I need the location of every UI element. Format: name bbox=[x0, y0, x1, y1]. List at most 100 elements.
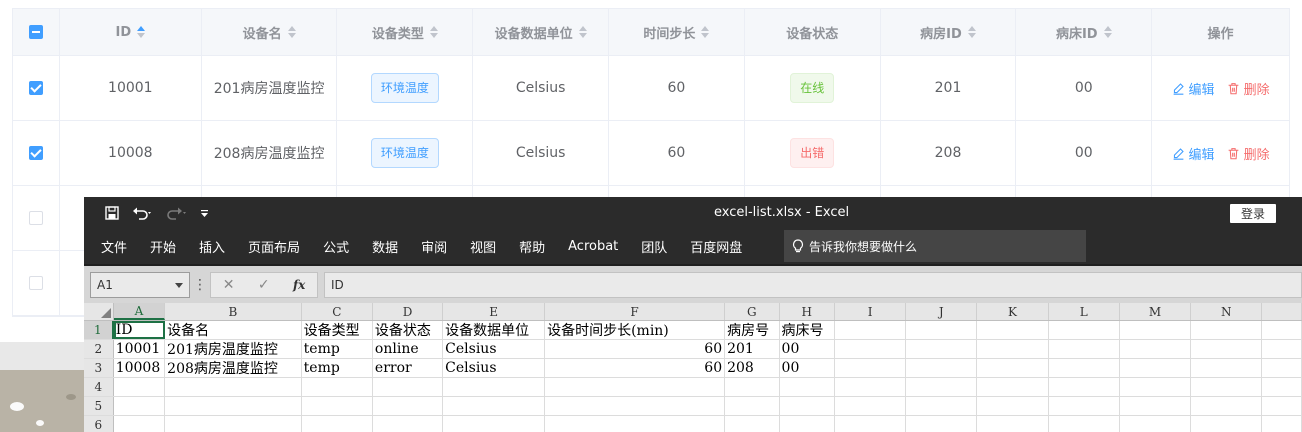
cell[interactable] bbox=[835, 321, 907, 339]
select-all-corner[interactable] bbox=[84, 303, 114, 320]
tab-review[interactable]: 审阅 bbox=[421, 237, 447, 256]
cell[interactable] bbox=[725, 397, 780, 415]
cell[interactable] bbox=[1262, 321, 1302, 339]
cell[interactable] bbox=[1049, 378, 1120, 396]
cell[interactable] bbox=[1191, 321, 1263, 339]
customize-toolbar-icon[interactable] bbox=[200, 205, 210, 221]
delete-button[interactable]: 删除 bbox=[1227, 144, 1270, 163]
cell[interactable] bbox=[977, 416, 1049, 432]
column-header-i[interactable]: I bbox=[835, 303, 907, 320]
row-checkbox[interactable] bbox=[28, 146, 43, 160]
cell[interactable] bbox=[835, 397, 907, 415]
sort-caret-icon[interactable] bbox=[287, 26, 296, 38]
cell-g2[interactable]: 201 bbox=[725, 340, 780, 358]
undo-icon[interactable] bbox=[132, 205, 154, 221]
cell[interactable] bbox=[780, 416, 835, 432]
cell[interactable] bbox=[1191, 397, 1263, 415]
column-header-f[interactable]: F bbox=[545, 303, 726, 320]
sort-caret-icon[interactable] bbox=[1103, 26, 1112, 38]
header-room[interactable]: 病房ID bbox=[881, 9, 1017, 55]
column-header-c[interactable]: C bbox=[302, 303, 373, 320]
cell[interactable] bbox=[1120, 321, 1192, 339]
tab-data[interactable]: 数据 bbox=[372, 237, 398, 256]
sort-caret-icon[interactable] bbox=[967, 26, 976, 38]
cell-h1[interactable]: 病床号 bbox=[780, 321, 835, 339]
cell-d2[interactable]: online bbox=[373, 340, 444, 358]
cell-a1[interactable]: ID bbox=[113, 321, 166, 339]
redo-icon[interactable] bbox=[166, 205, 188, 221]
cancel-icon[interactable]: ✕ bbox=[223, 277, 235, 293]
cell[interactable] bbox=[1191, 340, 1263, 358]
cell-c2[interactable]: temp bbox=[302, 340, 373, 358]
row-checkbox[interactable] bbox=[28, 211, 43, 225]
column-header-h[interactable]: H bbox=[780, 303, 835, 320]
cell[interactable] bbox=[780, 378, 835, 396]
column-header-g[interactable]: G bbox=[725, 303, 780, 320]
row-header[interactable]: 1 bbox=[84, 321, 114, 339]
cell[interactable] bbox=[545, 397, 726, 415]
column-header-m[interactable]: M bbox=[1120, 303, 1192, 320]
column-header-a[interactable]: A bbox=[113, 303, 166, 320]
cell[interactable] bbox=[1120, 359, 1192, 377]
tab-file[interactable]: 文件 bbox=[101, 237, 127, 256]
select-all-checkbox[interactable] bbox=[28, 25, 43, 39]
cell[interactable] bbox=[302, 397, 373, 415]
cell-b1[interactable]: 设备名 bbox=[165, 321, 302, 339]
cell-c1[interactable]: 设备类型 bbox=[302, 321, 373, 339]
column-header-k[interactable]: K bbox=[977, 303, 1049, 320]
row-checkbox[interactable] bbox=[28, 276, 43, 290]
tab-view[interactable]: 视图 bbox=[470, 237, 496, 256]
header-id[interactable]: ID bbox=[60, 9, 202, 55]
cell[interactable] bbox=[780, 397, 835, 415]
cell[interactable] bbox=[906, 397, 978, 415]
column-header-n[interactable]: N bbox=[1191, 303, 1263, 320]
cell[interactable] bbox=[977, 340, 1049, 358]
cell[interactable] bbox=[1262, 397, 1302, 415]
sort-caret-icon[interactable] bbox=[701, 26, 710, 38]
header-bed[interactable]: 病床ID bbox=[1016, 9, 1153, 55]
login-button[interactable]: 登录 bbox=[1230, 204, 1276, 223]
cell[interactable] bbox=[1262, 340, 1302, 358]
cell[interactable] bbox=[165, 378, 302, 396]
cell[interactable] bbox=[114, 397, 166, 415]
cell[interactable] bbox=[165, 397, 302, 415]
enter-check-icon[interactable]: ✓ bbox=[258, 277, 270, 293]
row-header[interactable]: 2 bbox=[84, 340, 114, 358]
cell[interactable] bbox=[545, 378, 726, 396]
cell-a2[interactable]: 10001 bbox=[114, 340, 166, 358]
cell[interactable] bbox=[1049, 340, 1120, 358]
cell[interactable] bbox=[1262, 378, 1302, 396]
cell[interactable] bbox=[302, 416, 373, 432]
row-header[interactable]: 3 bbox=[84, 359, 114, 377]
header-type[interactable]: 设备类型 bbox=[337, 9, 474, 55]
column-header-j[interactable]: J bbox=[906, 303, 978, 320]
cell[interactable] bbox=[906, 340, 978, 358]
cell[interactable] bbox=[835, 378, 907, 396]
header-name[interactable]: 设备名 bbox=[202, 9, 338, 55]
cell[interactable] bbox=[835, 416, 907, 432]
column-header-b[interactable]: B bbox=[165, 303, 302, 320]
delete-button[interactable]: 删除 bbox=[1227, 79, 1270, 98]
sort-caret-icon[interactable] bbox=[137, 26, 146, 38]
cell[interactable] bbox=[1120, 397, 1192, 415]
row-header[interactable]: 5 bbox=[84, 397, 114, 415]
cell-f2[interactable]: 60 bbox=[545, 340, 726, 358]
cell[interactable] bbox=[1120, 340, 1192, 358]
cell-a3[interactable]: 10008 bbox=[114, 359, 166, 377]
cell[interactable] bbox=[1049, 321, 1120, 339]
cell[interactable] bbox=[1049, 397, 1120, 415]
cell[interactable] bbox=[906, 416, 978, 432]
cell[interactable] bbox=[1191, 416, 1263, 432]
cell[interactable] bbox=[1049, 416, 1120, 432]
cell-d1[interactable]: 设备状态 bbox=[373, 321, 444, 339]
cell[interactable] bbox=[1191, 359, 1263, 377]
cell[interactable] bbox=[114, 378, 166, 396]
tab-help[interactable]: 帮助 bbox=[519, 237, 545, 256]
cell[interactable] bbox=[835, 359, 907, 377]
cell-g1[interactable]: 病房号 bbox=[725, 321, 780, 339]
column-header-d[interactable]: D bbox=[373, 303, 444, 320]
tab-team[interactable]: 团队 bbox=[641, 237, 667, 256]
cell-f1[interactable]: 设备时间步长(min) bbox=[545, 321, 726, 339]
row-header[interactable]: 6 bbox=[84, 416, 114, 432]
cell-e1[interactable]: 设备数据单位 bbox=[443, 321, 546, 339]
